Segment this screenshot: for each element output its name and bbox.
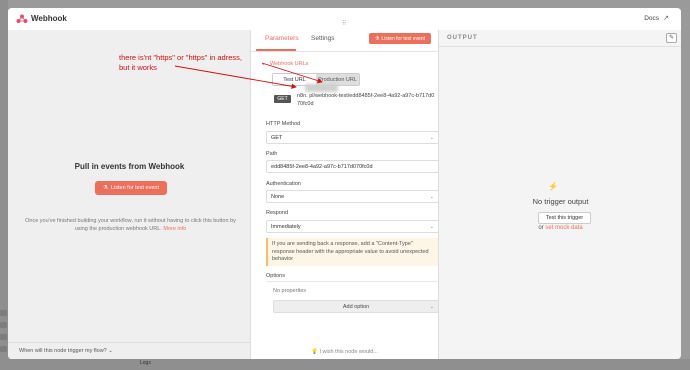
chevron-down-icon: ⌄ <box>108 348 113 354</box>
flask-icon: ⚗ <box>374 35 380 42</box>
no-properties-text: No properties <box>273 288 307 294</box>
http-method-label: HTTP Method <box>266 121 301 127</box>
canvas-backdrop-left <box>0 0 8 370</box>
more-info-link[interactable]: More info <box>163 226 186 232</box>
add-option-button[interactable]: Add option ⌄ <box>273 300 439 313</box>
feedback-link[interactable]: 💡 I wish this node would... <box>251 349 438 355</box>
respond-value: Immediately <box>271 223 301 230</box>
respond-label: Respond <box>266 210 289 216</box>
output-panel: OUTPUT ✎ ⚡ No trigger output Test this t… <box>438 30 681 359</box>
chevron-down-icon: ⌄ <box>429 194 434 200</box>
tab-settings[interactable]: Settings <box>311 35 335 42</box>
lightbulb-icon: 💡 <box>311 349 318 355</box>
or-text: or <box>538 225 544 231</box>
test-trigger-button[interactable]: Test this trigger <box>538 212 591 224</box>
http-method-badge: GET <box>274 95 291 103</box>
canvas-control-1 <box>0 310 7 316</box>
annotation-line-2: but it works <box>119 63 157 72</box>
listen-button-label: Listen for test event <box>110 185 159 191</box>
listen-test-event-button[interactable]: ⚗ Listen for test event <box>95 181 167 195</box>
trigger-help-label: When will this node trigger my flow? <box>19 348 107 354</box>
output-divider <box>439 46 681 47</box>
authentication-label: Authentication <box>266 181 301 187</box>
authentication-value: None <box>271 193 285 200</box>
docs-link[interactable]: Docs <box>644 15 659 22</box>
annotation-line-1: there is'nt "https" or "https" in adress… <box>119 53 242 62</box>
webhook-url-value[interactable]: n8n. pl/webhook-test/edd8485f-2ee8-4a92-… <box>297 92 435 108</box>
annotation-note: there is'nt "https" or "https" in adress… <box>119 53 279 73</box>
edit-icon[interactable]: ✎ <box>666 33 677 43</box>
drag-handle-icon[interactable]: ⠿ <box>342 21 348 27</box>
listen-button-top-label: Listen for test event <box>381 35 426 42</box>
bolt-icon: ⚡ <box>548 182 558 191</box>
feedback-label: I wish this node would... <box>319 349 378 355</box>
modal-title: Webhook <box>31 14 67 23</box>
output-label: OUTPUT <box>447 35 478 41</box>
production-url-description: Once you've finished building your workf… <box>18 217 243 233</box>
n8n-logo-icon <box>16 14 28 23</box>
modal-header: Webhook ⠿ Docs ↗ <box>8 8 681 30</box>
trigger-help-footer[interactable]: When will this node trigger my flow? ⌄ <box>8 342 251 359</box>
chevron-down-icon: ⌄ <box>429 135 434 141</box>
parameters-panel: Parameters Settings ⚗ Listen for test ev… <box>251 30 439 359</box>
description-text: Once you've finished building your workf… <box>25 218 236 232</box>
path-value: edd8485f-2ee8-4a92-a97c-b717d070fc0d <box>271 163 373 170</box>
canvas-control-2 <box>0 322 7 328</box>
path-label: Path <box>266 151 278 157</box>
redacted-domain <box>305 84 338 92</box>
mock-data-row: or set mock data <box>439 225 681 231</box>
flask-icon: ⚗ <box>103 185 108 191</box>
canvas-control-4 <box>0 346 7 352</box>
pull-events-title: Pull in events from Webhook <box>74 162 185 171</box>
no-trigger-output-text: No trigger output <box>532 197 589 206</box>
respond-select[interactable]: Immediately ⌄ <box>266 220 439 233</box>
external-link-icon[interactable]: ↗ <box>663 14 669 22</box>
http-method-select[interactable]: GET ⌄ <box>266 131 439 144</box>
path-input[interactable]: edd8485f-2ee8-4a92-a97c-b717d070fc0d <box>266 160 439 173</box>
input-panel: Pull in events from Webhook ⚗ Listen for… <box>8 30 251 359</box>
chevron-down-icon: ⌄ <box>429 304 434 310</box>
parameter-tabs: Parameters Settings ⚗ Listen for test ev… <box>251 30 438 52</box>
node-details-modal: Webhook ⠿ Docs ↗ Pull in events from Web… <box>8 8 681 359</box>
options-divider <box>266 281 439 282</box>
authentication-select[interactable]: None ⌄ <box>266 190 439 203</box>
tab-parameters[interactable]: Parameters <box>265 35 299 42</box>
http-method-value: GET <box>271 134 283 141</box>
listen-test-event-button-top[interactable]: ⚗ Listen for test event <box>369 33 431 44</box>
options-label: Options <box>266 273 285 279</box>
content-type-notice: If you are sending back a response, add … <box>266 238 439 266</box>
canvas-backdrop-bottom <box>0 359 690 370</box>
add-option-label: Add option <box>342 303 370 310</box>
set-mock-data-link[interactable]: set mock data <box>545 225 582 231</box>
canvas-control-3 <box>0 334 7 340</box>
logs-tab[interactable]: Logs <box>140 360 151 366</box>
chevron-down-icon: ⌄ <box>429 224 434 230</box>
active-tab-indicator <box>256 49 296 51</box>
trigger-help-text: When will this node trigger my flow? ⌄ <box>19 348 113 354</box>
